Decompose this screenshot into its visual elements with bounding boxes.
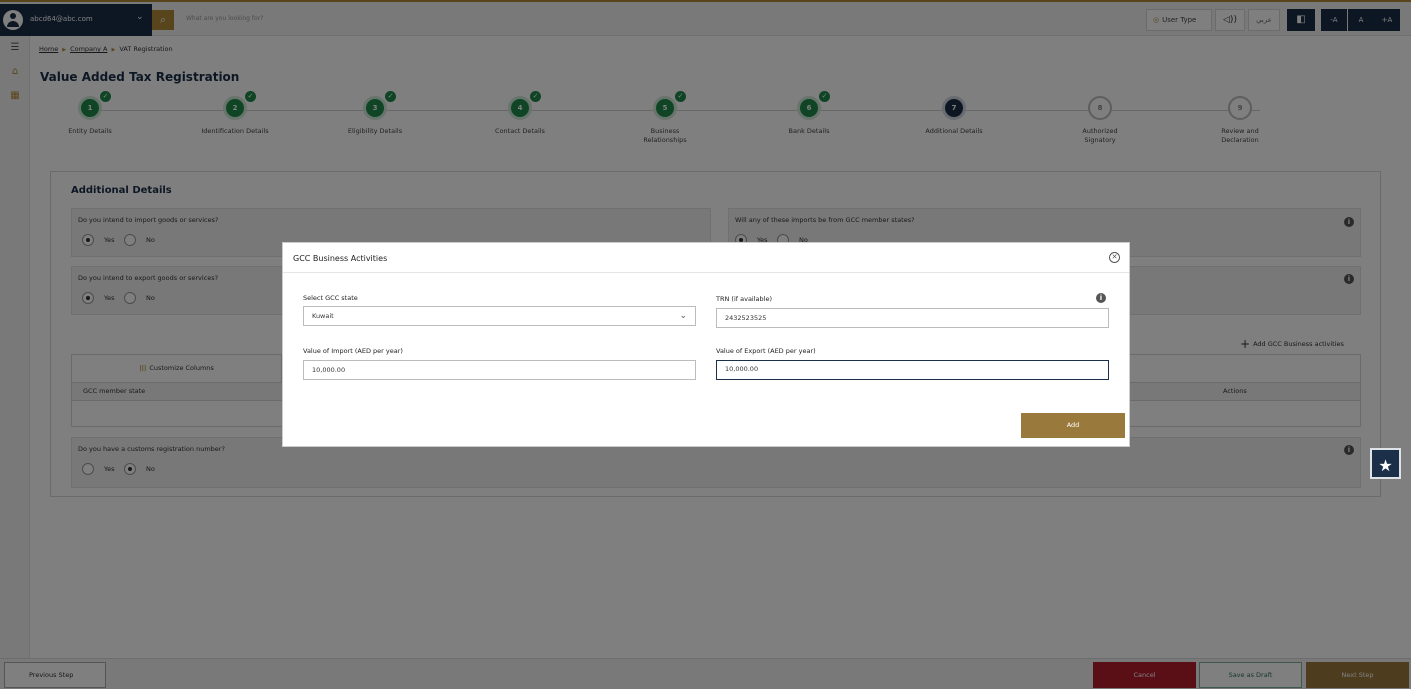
import-value-label: Value of Import (AED per year) xyxy=(303,347,403,355)
close-icon[interactable]: ✕ xyxy=(1109,252,1120,263)
gcc-business-activities-modal: GCC Business Activities ✕ Select GCC sta… xyxy=(282,242,1130,447)
trn-input[interactable]: 2432523525 xyxy=(716,308,1109,328)
export-value-input[interactable]: 10,000.00 xyxy=(716,360,1109,380)
select-gcc-state-label: Select GCC state xyxy=(303,294,358,302)
export-value-label: Value of Export (AED per year) xyxy=(716,347,816,355)
trn-label: TRN (if available) xyxy=(716,295,772,303)
import-value-input[interactable]: 10,000.00 xyxy=(303,360,696,380)
gcc-state-value: Kuwait xyxy=(312,312,334,320)
modal-title: GCC Business Activities xyxy=(293,254,388,263)
chevron-down-icon: ⌄ xyxy=(679,311,687,321)
favorite-star-button[interactable]: ★ xyxy=(1370,448,1401,479)
modal-divider xyxy=(283,272,1129,273)
add-button[interactable]: Add xyxy=(1021,413,1125,438)
gcc-state-select[interactable]: Kuwait ⌄ xyxy=(303,306,696,326)
info-icon[interactable]: i xyxy=(1096,293,1106,303)
star-icon: ★ xyxy=(1378,456,1393,475)
